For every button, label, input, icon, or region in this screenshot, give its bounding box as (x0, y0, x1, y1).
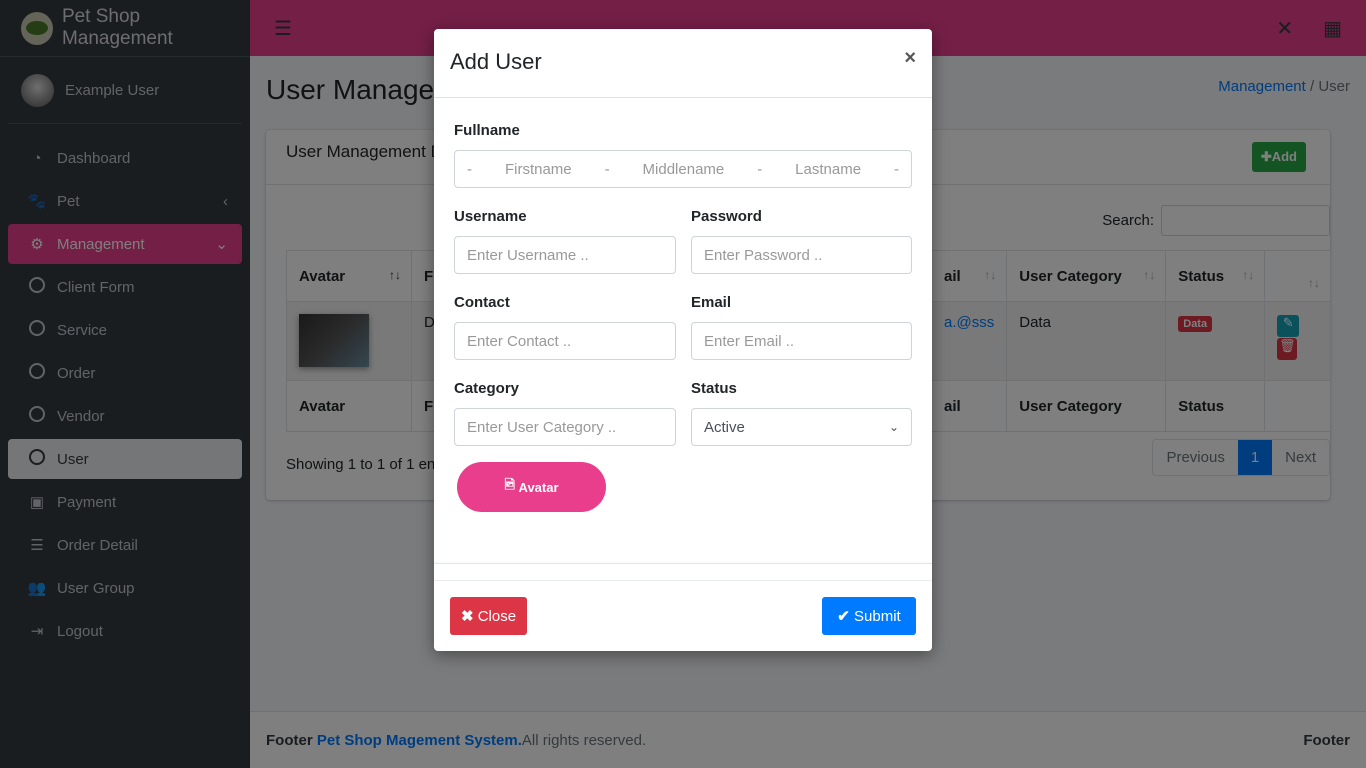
modal-title: Add User (450, 49, 542, 74)
middlename-input[interactable]: Middlename (643, 161, 725, 178)
firstname-input[interactable]: Firstname (505, 161, 572, 178)
close-button[interactable]: ✖ Close (450, 597, 527, 635)
avatar-upload-button[interactable]: 🖻 Avatar (457, 462, 606, 512)
chevron-down-icon: ⌄ (888, 420, 899, 434)
check-icon: ✔ (837, 608, 850, 625)
close-icon[interactable]: × (904, 47, 916, 70)
fullname-label: Fullname (454, 122, 520, 139)
fullname-field[interactable]: - Firstname - Middlename - Lastname - (454, 150, 912, 188)
email-input[interactable]: Enter Email .. (691, 322, 912, 360)
add-user-modal: Add User × Fullname - Firstname - Middlename… (434, 29, 932, 651)
username-input[interactable]: Enter Username .. (454, 236, 676, 274)
submit-button[interactable]: ✔ Submit (822, 597, 916, 635)
password-input[interactable]: Enter Password .. (691, 236, 912, 274)
lastname-input[interactable]: Lastname (795, 161, 861, 178)
category-input[interactable]: Enter User Category .. (454, 408, 676, 446)
contact-input[interactable]: Enter Contact .. (454, 322, 676, 360)
times-icon: ✖ (460, 608, 474, 625)
file-image-icon: 🖻 (504, 477, 515, 492)
status-select[interactable]: Active ⌄ (691, 408, 912, 446)
